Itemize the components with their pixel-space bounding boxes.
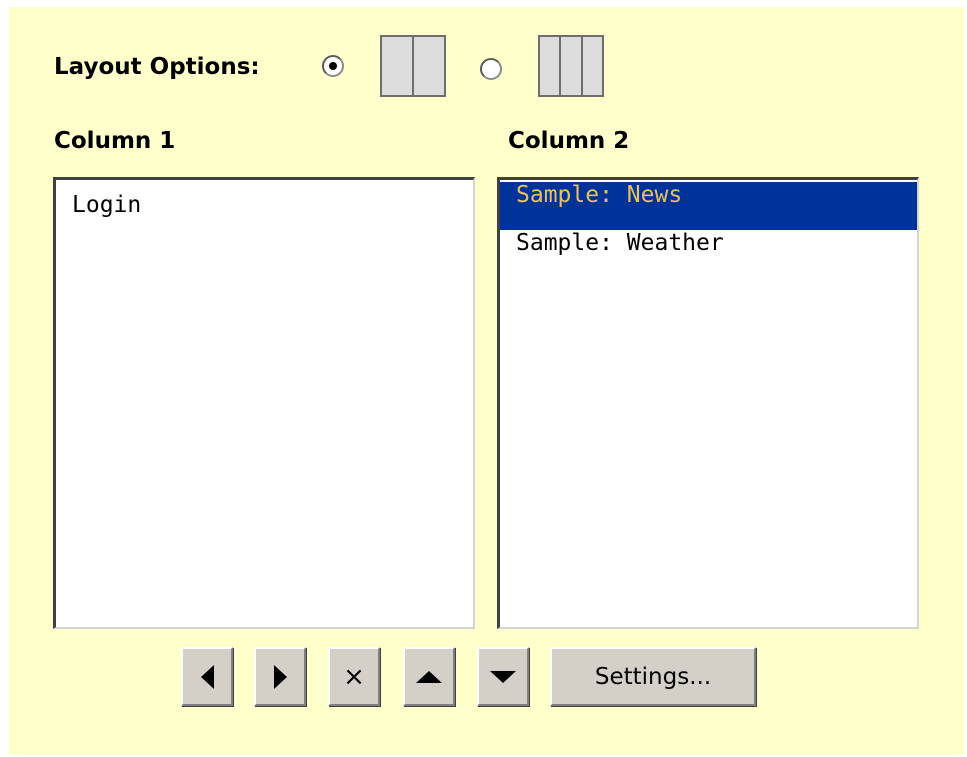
move-right-button[interactable] — [254, 647, 306, 706]
two-column-radio[interactable] — [322, 55, 344, 77]
triangle-left-icon — [200, 664, 214, 689]
list-item-selected[interactable]: Sample: News — [500, 182, 917, 230]
list-item[interactable]: Login — [56, 192, 473, 240]
three-column-layout-icon[interactable] — [538, 35, 604, 97]
column-1-listbox[interactable]: Login — [53, 177, 475, 629]
triangle-up-icon — [416, 670, 442, 683]
close-icon: × — [343, 661, 365, 692]
settings-button[interactable]: Settings... — [550, 647, 756, 706]
column-2-listbox[interactable]: Sample: News Sample: Weather — [497, 177, 919, 629]
column-1-heading: Column 1 — [54, 128, 176, 154]
remove-button[interactable]: × — [328, 647, 380, 706]
triangle-right-icon — [273, 664, 287, 689]
column-2-heading: Column 2 — [508, 128, 630, 154]
move-up-button[interactable] — [403, 647, 455, 706]
triangle-down-icon — [490, 670, 516, 683]
move-left-button[interactable] — [181, 647, 233, 706]
layout-options-label: Layout Options: — [54, 54, 260, 80]
list-item[interactable]: Sample: Weather — [500, 230, 917, 278]
move-down-button[interactable] — [477, 647, 529, 706]
three-column-radio[interactable] — [480, 58, 502, 80]
two-column-layout-icon[interactable] — [380, 35, 446, 97]
